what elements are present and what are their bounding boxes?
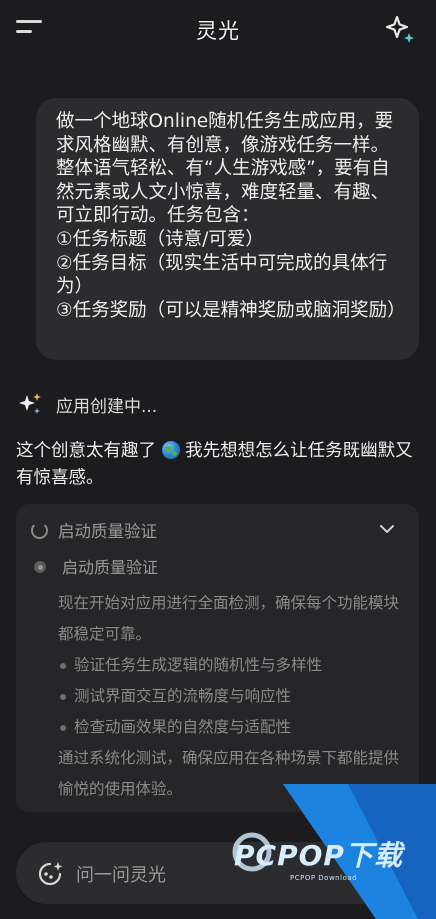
progress-card-header[interactable]: 启动质量验证 — [16, 504, 419, 554]
loading-spinner-icon — [31, 522, 48, 539]
top-bar: 灵光 — [0, 0, 436, 58]
step-details: 现在开始对应用进行全面检测，确保每个功能模块都稳定可靠。 验证任务生成逻辑的随机… — [58, 588, 403, 805]
step-bullet: 验证任务生成逻辑的随机性与多样性 — [58, 650, 403, 681]
watermark-text: PCPOP下载 — [234, 839, 403, 872]
reply-text-start: 这个创意太有趣了 — [16, 441, 156, 461]
chat-input-placeholder: 问一问灵光 — [76, 865, 166, 886]
page-title: 灵光 — [196, 19, 240, 43]
watermark-logo: PCPOP下载 PCPOP Download — [228, 784, 436, 919]
sparkles-icon — [19, 393, 41, 414]
user-message-item-1: ①任务标题（诗意/可爱） — [56, 228, 264, 250]
user-message-item-3: ③任务奖励（可以是精神奖励或脑洞奖励） — [56, 299, 406, 321]
user-message-paragraph: 做一个地球Online随机任务生成应用，要求风格幽默、有创意，像游戏任务一样。整… — [56, 111, 394, 227]
step-status-dot — [34, 561, 46, 573]
step-bullet: 检查动画效果的自然度与适配性 — [58, 712, 403, 743]
globe-emoji-icon — [161, 441, 180, 459]
user-message-bubble: 做一个地球Online随机任务生成应用，要求风格幽默、有创意，像游戏任务一样。整… — [36, 98, 419, 360]
ai-assistant-icon[interactable] — [36, 860, 64, 888]
assistant-reply: 这个创意太有趣了 我先想想怎么让任务既幽默又有惊喜感。 — [16, 438, 424, 492]
progress-card: 启动质量验证 启动质量验证 现在开始对应用进行全面检测，确保每个功能模块都稳定可… — [16, 504, 419, 812]
step-bullet: 测试界面交互的流畅度与响应性 — [58, 681, 403, 712]
step-title: 启动质量验证 — [62, 558, 159, 577]
user-message-item-2: ②任务目标（现实生活中可完成的具体行为） — [56, 252, 388, 298]
progress-card-title: 启动质量验证 — [58, 522, 157, 541]
status-text: 应用创建中... — [56, 397, 158, 417]
new-chat-sparkle-icon[interactable] — [384, 14, 416, 46]
step-intro: 现在开始对应用进行全面检测，确保每个功能模块都稳定可靠。 — [58, 594, 400, 643]
watermark-subtitle: PCPOP Download — [290, 874, 358, 882]
chevron-down-icon[interactable] — [378, 520, 396, 538]
